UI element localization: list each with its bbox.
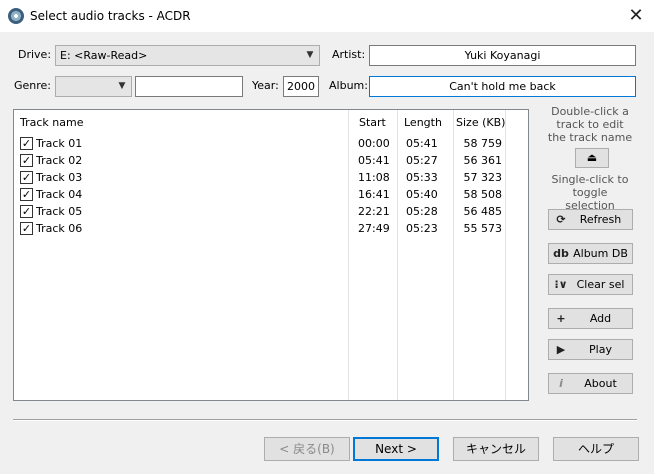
back-button[interactable]: < 戻る(B) <box>264 437 350 461</box>
year-label: Year: <box>252 79 279 92</box>
album-db-button[interactable]: db Album DB <box>548 243 633 264</box>
track-length: 05:33 <box>406 171 438 184</box>
about-label: About <box>584 377 617 390</box>
cancel-button[interactable]: キャンセル <box>453 437 539 461</box>
genre-label: Genre: <box>14 79 52 92</box>
track-checkbox[interactable]: ✓ <box>20 137 33 150</box>
track-start: 11:08 <box>358 171 390 184</box>
track-size: 58 508 <box>463 188 503 201</box>
play-icon: ▶ <box>556 343 566 356</box>
acdr-app-icon <box>8 8 24 24</box>
track-checkbox[interactable]: ✓ <box>20 188 33 201</box>
refresh-label: Refresh <box>579 213 622 226</box>
track-size: 55 573 <box>463 222 503 235</box>
album-db-label: Album DB <box>573 247 628 260</box>
track-row[interactable]: ✓ Track 02 05:41 05:27 56 361 <box>20 152 510 169</box>
track-checkbox[interactable]: ✓ <box>20 205 33 218</box>
track-length: 05:28 <box>406 205 438 218</box>
track-checkbox[interactable]: ✓ <box>20 171 33 184</box>
play-label: Play <box>589 343 612 356</box>
edit-track-hint: Double-click a track to edit the track n… <box>547 105 633 144</box>
column-header-start[interactable]: Start <box>359 114 386 132</box>
track-list[interactable]: Track name Start Length Size (KB) ✓ Trac… <box>13 109 529 401</box>
footer-divider <box>13 419 637 421</box>
drive-label: Drive: <box>18 48 52 61</box>
help-button[interactable]: ヘルプ <box>553 437 639 461</box>
drive-select[interactable]: E: <Raw-Read> ▼ <box>55 45 320 66</box>
add-label: Add <box>589 312 612 325</box>
track-name: Track 06 <box>36 222 83 235</box>
about-button[interactable]: i About <box>548 373 633 394</box>
track-row[interactable]: ✓ Track 04 16:41 05:40 58 508 <box>20 186 510 203</box>
add-icon: + <box>556 312 566 325</box>
refresh-icon: ⟳ <box>556 213 566 226</box>
clear-selection-label: Clear sel <box>576 278 625 291</box>
database-icon: db <box>553 247 569 260</box>
track-name: Track 03 <box>36 171 83 184</box>
track-name: Track 04 <box>36 188 83 201</box>
track-length: 05:41 <box>406 137 438 150</box>
track-row[interactable]: ✓ Track 05 22:21 05:28 56 485 <box>20 203 510 220</box>
track-name: Track 05 <box>36 205 83 218</box>
clear-selection-button[interactable]: ⁝∨ Clear sel <box>548 274 633 295</box>
toggle-selection-hint: Single-click to toggle selection <box>551 173 629 212</box>
track-start: 22:21 <box>358 205 390 218</box>
album-field[interactable]: Can't hold me back <box>369 76 636 97</box>
close-icon[interactable]: ✕ <box>624 6 648 26</box>
track-start: 00:00 <box>358 137 390 150</box>
track-name: Track 01 <box>36 137 83 150</box>
column-header-size[interactable]: Size (KB) <box>456 114 505 132</box>
album-label: Album: <box>329 79 368 92</box>
add-button[interactable]: + Add <box>548 308 633 329</box>
track-start: 16:41 <box>358 188 390 201</box>
track-size: 57 323 <box>463 171 503 184</box>
track-start: 27:49 <box>358 222 390 235</box>
genre-select[interactable]: ▼ <box>55 76 132 97</box>
track-size: 56 485 <box>463 205 503 218</box>
track-size: 56 361 <box>463 154 503 167</box>
genre-text-field[interactable] <box>135 76 243 97</box>
next-button[interactable]: Next > <box>353 437 439 461</box>
play-button[interactable]: ▶ Play <box>548 339 633 360</box>
refresh-button[interactable]: ⟳ Refresh <box>548 209 633 230</box>
info-icon: i <box>559 377 563 390</box>
chevron-down-icon: ▼ <box>306 50 314 60</box>
drive-value: E: <Raw-Read> <box>60 49 148 62</box>
column-header-name[interactable]: Track name <box>20 114 83 132</box>
track-row[interactable]: ✓ Track 06 27:49 05:23 55 573 <box>20 220 510 237</box>
window-title: Select audio tracks - ACDR <box>30 9 191 23</box>
column-header-length[interactable]: Length <box>404 114 442 132</box>
track-row[interactable]: ✓ Track 01 00:00 05:41 58 759 <box>20 135 510 152</box>
year-field[interactable]: 2000 <box>283 76 319 97</box>
artist-label: Artist: <box>332 48 366 61</box>
track-checkbox[interactable]: ✓ <box>20 154 33 167</box>
clear-selection-icon: ⁝∨ <box>554 278 568 291</box>
track-name: Track 02 <box>36 154 83 167</box>
eject-icon[interactable]: ⏏ <box>575 148 609 168</box>
track-checkbox[interactable]: ✓ <box>20 222 33 235</box>
track-length: 05:23 <box>406 222 438 235</box>
track-row[interactable]: ✓ Track 03 11:08 05:33 57 323 <box>20 169 510 186</box>
track-start: 05:41 <box>358 154 390 167</box>
artist-field[interactable]: Yuki Koyanagi <box>369 45 636 66</box>
chevron-down-icon: ▼ <box>118 81 126 91</box>
track-length: 05:27 <box>406 154 438 167</box>
track-size: 58 759 <box>463 137 503 150</box>
track-length: 05:40 <box>406 188 438 201</box>
